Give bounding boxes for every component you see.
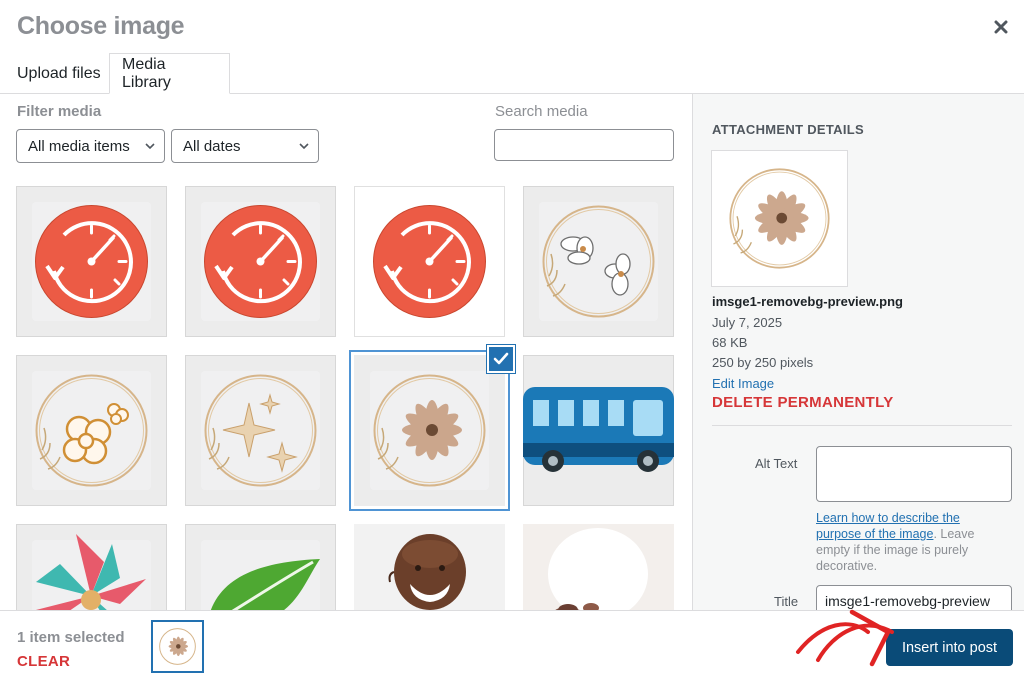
title-label: Title — [774, 594, 799, 609]
media-grid — [0, 170, 692, 610]
leaf-icon — [211, 559, 320, 610]
attachment-dimensions: 250 by 250 pixels — [712, 355, 814, 370]
checkmark-icon — [493, 352, 509, 365]
photo-icon — [523, 524, 674, 610]
media-item-blue-bus[interactable] — [523, 355, 674, 506]
date-filter[interactable]: All dates — [171, 129, 319, 163]
alt-text-help: Learn how to describe the purpose of the… — [816, 510, 996, 574]
tab-upload-files[interactable]: Upload files — [5, 53, 113, 94]
wreath-brown-flower-icon — [159, 628, 196, 665]
wreath-hibiscus-icon — [35, 374, 148, 487]
attachment-thumbnail — [712, 151, 847, 286]
selected-item-thumbnail[interactable] — [151, 620, 204, 673]
search-input[interactable] — [494, 129, 674, 161]
media-modal: Choose image Upload files Media Library … — [0, 0, 1024, 675]
clock-icon — [373, 205, 486, 318]
tab-media-library[interactable]: Media Library — [109, 53, 230, 94]
pinwheel-icon — [35, 534, 146, 610]
edit-image-link[interactable]: Edit Image — [712, 376, 774, 391]
selected-checkmark-button[interactable] — [487, 345, 515, 373]
media-item-smiling-man-photo[interactable] — [354, 524, 505, 610]
selection-count: 1 item selected — [17, 629, 125, 646]
media-item-green-leaf[interactable] — [185, 524, 336, 610]
clear-selection-link[interactable]: CLEAR — [17, 653, 70, 670]
date-filter-value: All dates — [183, 137, 241, 155]
chevron-down-icon — [299, 143, 309, 150]
media-item-clock-3[interactable] — [354, 186, 505, 337]
man-photo-icon — [354, 524, 505, 610]
close-button[interactable] — [988, 14, 1014, 40]
media-item-sparkles-wreath[interactable] — [185, 355, 336, 506]
modal-title: Choose image — [17, 12, 185, 40]
alt-text-label: Alt Text — [755, 456, 798, 471]
alt-text-field[interactable] — [816, 446, 1012, 502]
bus-icon — [523, 387, 674, 472]
attachment-filename: imsge1-removebg-preview.png — [712, 294, 903, 309]
title-field[interactable] — [816, 585, 1012, 610]
clock-icon — [35, 205, 148, 318]
wreath-brown-flower-icon — [373, 374, 486, 487]
filter-media-label: Filter media — [17, 103, 102, 120]
wreath-flowers-icon — [542, 205, 655, 318]
tab-bar: Upload files Media Library — [0, 53, 1024, 94]
wreath-sparkles-icon — [204, 374, 317, 487]
modal-footer: 1 item selected CLEAR Insert into post — [0, 610, 1024, 675]
search-media-label: Search media — [495, 103, 588, 120]
wreath-brown-flower-icon — [729, 168, 830, 269]
media-item-pinwheel[interactable] — [16, 524, 167, 610]
media-type-filter-value: All media items — [28, 137, 130, 155]
media-type-filter[interactable]: All media items — [16, 129, 165, 163]
attachment-date: July 7, 2025 — [712, 315, 783, 330]
attachment-details-heading: ATTACHMENT DETAILS — [712, 122, 864, 137]
media-item-clock-1[interactable] — [16, 186, 167, 337]
insert-into-post-button[interactable]: Insert into post — [886, 629, 1013, 666]
clock-icon — [204, 205, 317, 318]
media-item-photo[interactable] — [523, 524, 674, 610]
close-icon — [994, 20, 1008, 34]
media-item-brown-flower-wreath[interactable] — [354, 355, 505, 506]
chevron-down-icon — [145, 143, 155, 150]
attachment-details-sidebar: ATTACHMENT DETAILS imsge1-removebg-previ… — [692, 94, 1024, 610]
media-item-clock-2[interactable] — [185, 186, 336, 337]
media-item-white-flowers-wreath[interactable] — [523, 186, 674, 337]
divider — [712, 425, 1012, 426]
delete-permanently-link[interactable]: DELETE PERMANENTLY — [712, 394, 894, 411]
media-item-hibiscus-wreath[interactable] — [16, 355, 167, 506]
attachment-filesize: 68 KB — [712, 335, 748, 350]
